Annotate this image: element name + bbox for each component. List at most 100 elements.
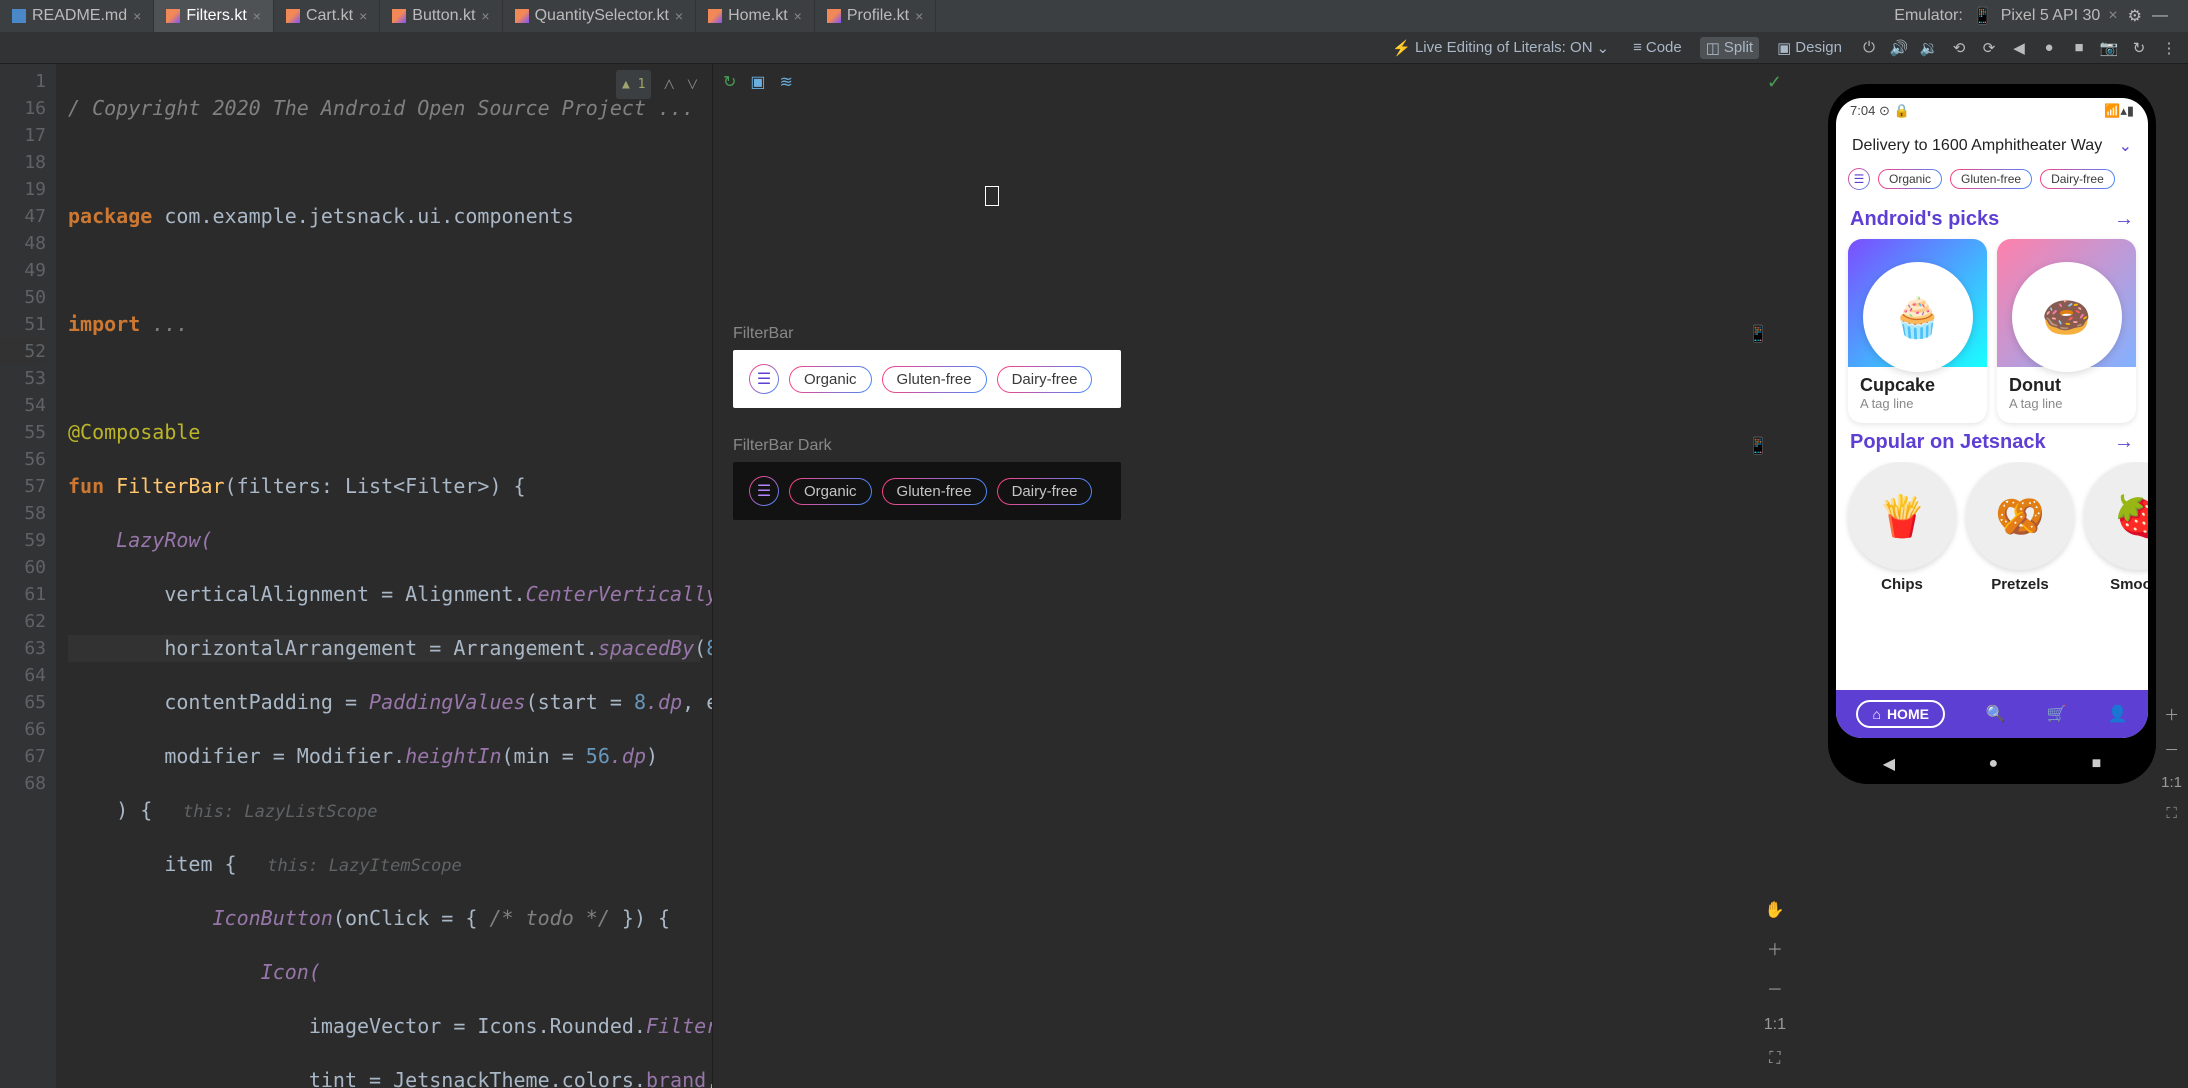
popular-item[interactable]: 🍟Chips: [1848, 462, 1956, 593]
mouse-cursor: [985, 186, 999, 206]
refresh-icon[interactable]: ↻: [2130, 39, 2148, 57]
view-mode-code[interactable]: ≡Code: [1627, 37, 1688, 58]
interactive-preview-icon[interactable]: ▣: [750, 72, 765, 92]
code-icon: ≡: [1633, 39, 1642, 56]
compose-preview-pane[interactable]: ↻ ▣ ≋ ✓ FilterBar📱 ☰ Organic Gluten-free…: [712, 64, 1796, 1088]
tab-readme[interactable]: README.md×: [0, 0, 154, 32]
nav-cart-icon[interactable]: 🛒: [2047, 704, 2067, 724]
zoom-ratio[interactable]: 1:1: [1764, 1016, 1786, 1034]
section-popular: Popular on Jetsnack→: [1836, 423, 2148, 462]
popular-item[interactable]: 🥨Pretzels: [1966, 462, 2074, 593]
nav-search-icon[interactable]: 🔍: [1986, 704, 2006, 724]
app-filter-bar: ☰ Organic Gluten-free Dairy-free: [1836, 168, 2148, 200]
zoom-fit-icon[interactable]: ⛶: [2166, 805, 2177, 822]
close-icon[interactable]: ×: [253, 8, 261, 24]
system-home-icon[interactable]: ●: [1988, 755, 1998, 773]
close-icon[interactable]: ×: [915, 8, 923, 24]
refresh-preview-icon[interactable]: ↻: [723, 72, 736, 92]
view-mode-design[interactable]: ▣Design: [1771, 37, 1848, 59]
close-icon[interactable]: ×: [359, 8, 367, 24]
filter-chip[interactable]: Dairy-free: [997, 366, 1093, 393]
nav-home[interactable]: ⌂HOME: [1856, 700, 1944, 728]
editor-sub-toolbar: ⚡Live Editing of Literals: ON ⌄ ≡Code ◫S…: [0, 32, 2188, 64]
snack-card[interactable]: 🍩 DonutA tag line: [1997, 239, 2136, 423]
volume-down-icon[interactable]: 🔉: [1920, 39, 1938, 57]
system-overview-icon[interactable]: ■: [2092, 755, 2102, 773]
wifi-icon: 📶: [2104, 103, 2120, 118]
build-ok-icon: ✓: [1767, 72, 1782, 93]
lock-icon: 🔒: [1893, 103, 1909, 118]
device-config-icon[interactable]: 📱: [1748, 436, 1768, 456]
snack-image: 🥨: [1966, 462, 2074, 570]
emulator-pane: 7:04 ⊙ 🔒 📶▴▮ Delivery to 1600 Amphitheat…: [1796, 64, 2188, 1088]
rotate-left-icon[interactable]: ⟲: [1950, 39, 1968, 57]
filter-list-icon[interactable]: ☰: [749, 476, 779, 506]
filter-list-icon[interactable]: ☰: [1848, 168, 1870, 190]
code-editor[interactable]: / Copyright 2020 The Android Open Source…: [56, 64, 712, 1088]
kotlin-icon: [392, 9, 406, 23]
device-selector[interactable]: 📱Pixel 5 API 30×: [1973, 6, 2118, 26]
filter-chip[interactable]: Gluten-free: [882, 478, 987, 505]
live-edit-toggle[interactable]: ⚡Live Editing of Literals: ON ⌄: [1386, 37, 1615, 59]
power-icon[interactable]: ⏻: [1860, 39, 1878, 57]
zoom-in-icon[interactable]: ＋: [1767, 936, 1783, 960]
layers-icon[interactable]: ≋: [780, 72, 793, 92]
back-icon[interactable]: ◀: [2010, 39, 2028, 57]
popular-item[interactable]: 🍓Smooth: [2084, 462, 2148, 593]
nav-profile-icon[interactable]: 👤: [2108, 704, 2128, 724]
filter-chip[interactable]: Dairy-free: [2040, 169, 2115, 189]
kotlin-icon: [286, 9, 300, 23]
volume-up-icon[interactable]: 🔊: [1890, 39, 1908, 57]
zoom-ratio[interactable]: 1:1: [2161, 774, 2182, 791]
zoom-in-icon[interactable]: ＋: [2164, 704, 2179, 725]
tab-button[interactable]: Button.kt×: [380, 0, 502, 32]
tab-home[interactable]: Home.kt×: [696, 0, 815, 32]
tab-profile[interactable]: Profile.kt×: [815, 0, 936, 32]
overview-icon[interactable]: ■: [2070, 39, 2088, 57]
delivery-address[interactable]: Delivery to 1600 Amphitheater Way⌄: [1836, 124, 2148, 168]
screenshot-icon[interactable]: 📷: [2100, 39, 2118, 57]
section-androids-picks: Android's picks→: [1836, 200, 2148, 239]
chevron-down-icon: ⌄: [1597, 39, 1610, 57]
home-icon[interactable]: ●: [2040, 39, 2058, 57]
gear-icon[interactable]: ⚙: [2128, 6, 2142, 26]
minimize-icon[interactable]: —: [2152, 7, 2168, 25]
close-icon[interactable]: ×: [481, 8, 489, 24]
snack-card[interactable]: 🧁 CupcakeA tag line: [1848, 239, 1987, 423]
view-mode-split[interactable]: ◫Split: [1700, 37, 1759, 59]
close-icon[interactable]: ×: [675, 8, 683, 24]
filter-list-icon[interactable]: ☰: [749, 364, 779, 394]
filter-chip[interactable]: Gluten-free: [1950, 169, 2032, 189]
tab-filters[interactable]: Filters.kt×: [154, 0, 274, 32]
filter-chip[interactable]: Organic: [789, 366, 872, 393]
more-icon[interactable]: ⋮: [2160, 39, 2178, 57]
zoom-out-icon[interactable]: －: [2164, 739, 2179, 760]
bottom-navigation: ⌂HOME 🔍 🛒 👤: [1836, 690, 2148, 738]
close-icon[interactable]: ×: [794, 8, 802, 24]
device-screen[interactable]: 7:04 ⊙ 🔒 📶▴▮ Delivery to 1600 Amphitheat…: [1836, 98, 2148, 738]
filter-chip[interactable]: Dairy-free: [997, 478, 1093, 505]
line-gutter: 1161718194748495051525354555657585960616…: [0, 64, 56, 1088]
chevron-up-icon[interactable]: ˄: [663, 71, 674, 98]
pan-icon[interactable]: ✋: [1765, 900, 1785, 920]
chevron-down-icon[interactable]: ˅: [687, 71, 698, 98]
zoom-fit-icon[interactable]: ⛶: [1769, 1050, 1780, 1068]
arrow-right-icon[interactable]: →: [2114, 208, 2134, 231]
close-icon[interactable]: ×: [2108, 7, 2117, 25]
rotate-right-icon[interactable]: ⟳: [1980, 39, 1998, 57]
device-config-icon[interactable]: 📱: [1748, 324, 1768, 344]
filter-chip[interactable]: Organic: [789, 478, 872, 505]
tab-cart[interactable]: Cart.kt×: [274, 0, 380, 32]
filterbar-preview-dark: ☰ Organic Gluten-free Dairy-free: [733, 462, 1121, 520]
tab-quantityselector[interactable]: QuantitySelector.kt×: [503, 0, 696, 32]
preview-label-dark: FilterBar Dark📱: [733, 436, 1776, 456]
filter-chip[interactable]: Gluten-free: [882, 366, 987, 393]
system-back-icon[interactable]: ◀: [1883, 754, 1895, 774]
markdown-icon: [12, 9, 26, 23]
inspection-badge[interactable]: ▲ 1: [616, 70, 651, 99]
arrow-right-icon[interactable]: →: [2114, 431, 2134, 454]
phone-icon: 📱: [1973, 6, 1993, 26]
zoom-out-icon[interactable]: －: [1767, 976, 1783, 1000]
filter-chip[interactable]: Organic: [1878, 169, 1942, 189]
close-icon[interactable]: ×: [133, 8, 141, 24]
